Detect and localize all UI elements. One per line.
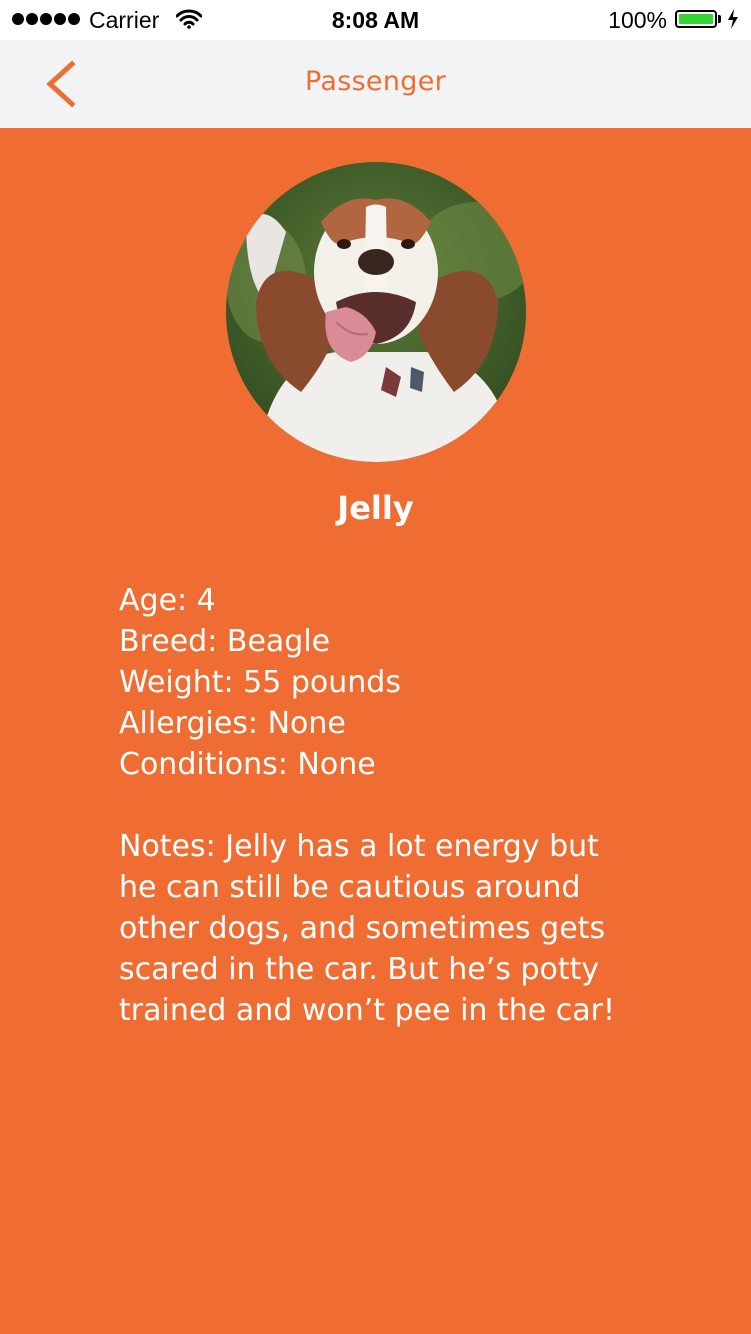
conditions-text: Conditions: None: [119, 747, 376, 782]
battery-tip: [718, 15, 721, 23]
allergies-text: Allergies: None: [119, 706, 346, 741]
passenger-details: Age: 4 Breed: Beagle Weight: 55 pounds A…: [119, 580, 639, 785]
battery-percent: 100%: [608, 7, 667, 33]
weight-text: Weight: 55 pounds: [119, 665, 401, 700]
nav-title: Passenger: [304, 66, 447, 97]
passenger-notes: Notes: Jelly has a lot energy but he can…: [119, 829, 615, 1028]
charging-bolt-icon: [727, 9, 739, 34]
breed-text: Breed: Beagle: [119, 624, 331, 659]
status-bar: Carrier 8:08 AM 100%: [0, 0, 751, 40]
dog-photo: [226, 162, 526, 462]
battery-fill: [679, 14, 713, 24]
battery-icon: [675, 10, 717, 28]
navigation-bar: Passenger: [0, 40, 751, 128]
passenger-name: Jelly: [337, 489, 414, 527]
age-text: Age: 4: [119, 583, 216, 618]
